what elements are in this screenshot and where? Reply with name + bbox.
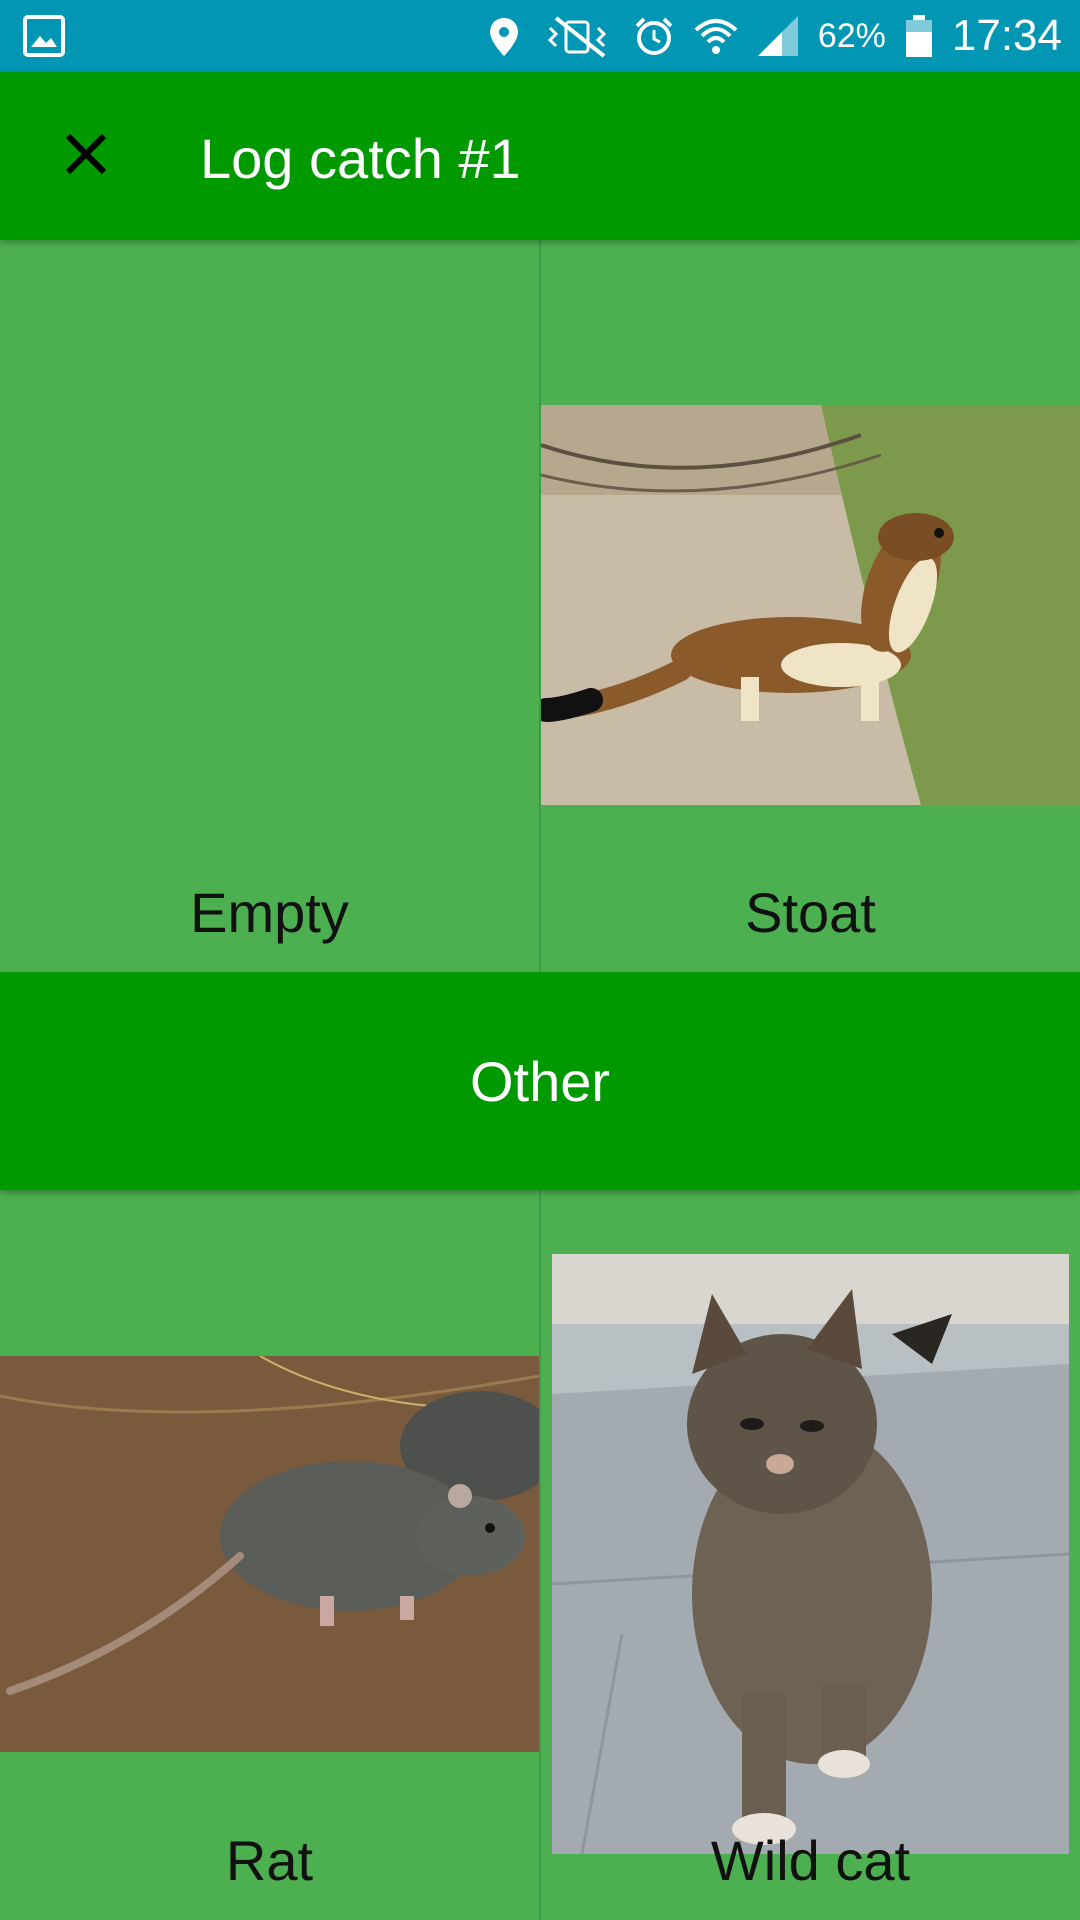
tile-label: Stoat — [745, 881, 876, 944]
vibrate-icon — [547, 16, 606, 58]
tile-label: Wild cat — [710, 1829, 911, 1892]
tile-label: Rat — [225, 1829, 314, 1892]
other-button[interactable]: Other — [0, 972, 1080, 1190]
signal-icon — [757, 16, 798, 56]
tile-empty[interactable]: Empty — [0, 240, 539, 972]
alarm-icon — [635, 17, 673, 55]
battery-icon — [905, 15, 932, 57]
location-icon — [489, 18, 518, 56]
gallery-icon — [23, 15, 65, 57]
app-bar: Log catch #1 — [0, 72, 1080, 240]
wifi-icon — [694, 19, 738, 54]
tile-wild-cat[interactable]: Wild cat — [541, 1190, 1080, 1920]
close-icon — [65, 133, 107, 175]
page-title: Log catch #1 — [200, 127, 521, 190]
wild-cat-photo — [552, 1254, 1069, 1854]
close-button[interactable] — [44, 112, 128, 196]
tile-label: Empty — [190, 881, 349, 944]
stoat-photo — [541, 405, 1080, 805]
rat-photo — [0, 1356, 539, 1752]
battery-percent: 62% — [817, 16, 886, 55]
tile-stoat[interactable]: Stoat — [541, 240, 1080, 972]
other-label: Other — [469, 1049, 611, 1113]
tile-rat[interactable]: Rat — [0, 1190, 539, 1920]
clock: 17:34 — [951, 11, 1062, 60]
status-bar: 62% 17:34 — [0, 0, 1080, 72]
divider — [539, 240, 541, 972]
divider — [539, 1190, 541, 1920]
